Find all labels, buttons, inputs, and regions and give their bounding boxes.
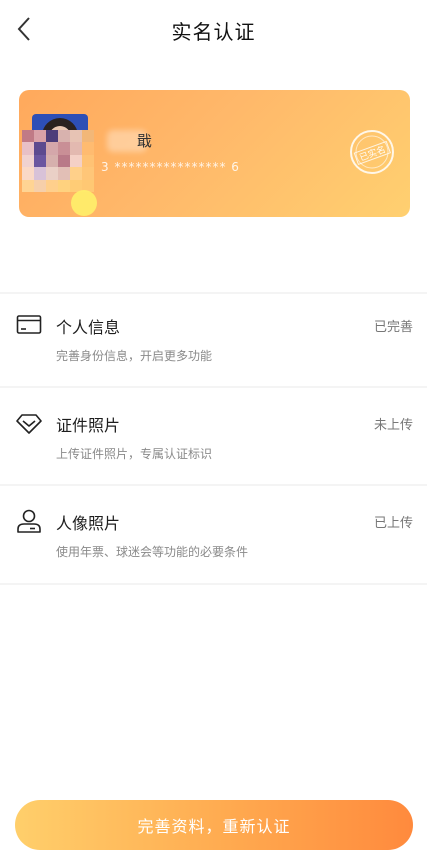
divider — [0, 386, 427, 388]
diamond-icon — [16, 414, 42, 434]
row-title: 人像照片 — [56, 514, 121, 533]
row-status: 未上传 — [373, 418, 413, 433]
card-icon — [16, 315, 42, 334]
row-personal-info[interactable]: 个人信息 完善身份信息，开启更多功能 已完善 — [0, 292, 427, 384]
privacy-mosaic — [22, 130, 94, 192]
identity-card: 戢 3 **************** 6 已实名 — [19, 90, 410, 217]
row-title: 个人信息 — [56, 318, 121, 337]
card-id-number: 3 **************** 6 — [101, 160, 240, 174]
divider — [0, 583, 427, 585]
row-portrait-photo[interactable]: 人像照片 使用年票、球迷会等功能的必要条件 已上传 — [0, 488, 427, 580]
row-id-photo[interactable]: 证件照片 上传证件照片，专属认证标识 未上传 — [0, 390, 427, 482]
row-status: 已完善 — [373, 320, 413, 335]
page-title: 实名认证 — [171, 20, 256, 44]
row-desc: 上传证件照片，专属认证标识 — [56, 447, 213, 461]
divider — [0, 484, 427, 486]
card-name: 戢 — [137, 132, 153, 150]
yellow-blob — [71, 190, 97, 216]
row-title: 证件照片 — [56, 416, 121, 435]
row-desc: 使用年票、球迷会等功能的必要条件 — [56, 545, 249, 559]
verified-stamp-icon: 已实名 — [350, 130, 394, 174]
reverify-button[interactable]: 完善资料，重新认证 — [15, 800, 413, 850]
user-icon — [17, 509, 41, 533]
nav-bar: 实名认证 — [0, 0, 427, 58]
row-desc: 完善身份信息，开启更多功能 — [56, 349, 213, 363]
row-status: 已上传 — [373, 516, 413, 531]
